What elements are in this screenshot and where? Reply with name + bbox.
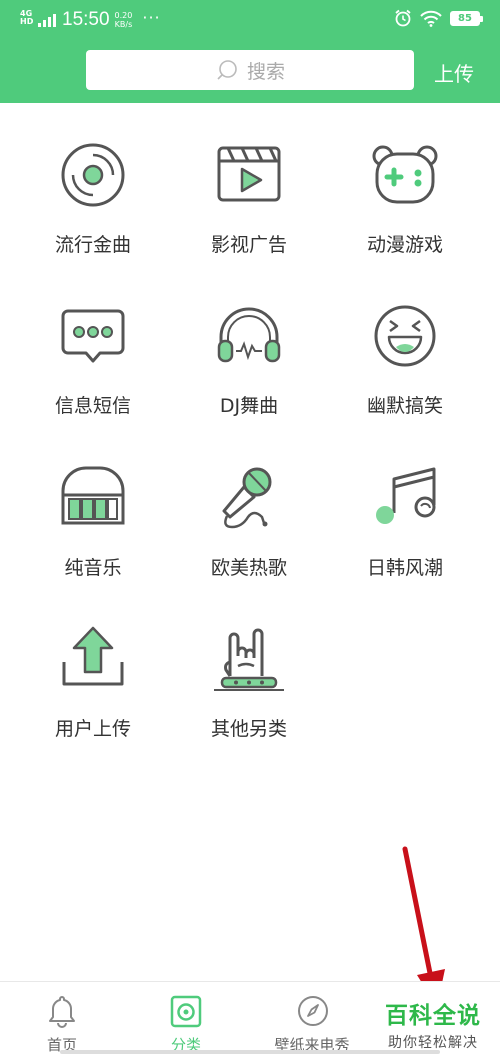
status-left: 4G HD 15:50 0.20 KB/s ··· [20, 7, 161, 31]
headphones-icon [217, 307, 281, 363]
upload-button[interactable]: 上传 [434, 58, 474, 87]
category-anime-games[interactable]: 动漫游戏 [330, 138, 480, 278]
category-sms[interactable]: 信息短信 [18, 299, 168, 439]
gesture-bar [60, 1050, 440, 1054]
category-label: 流行金曲 [54, 234, 131, 256]
status-time: 15:50 [62, 9, 110, 30]
bell-icon [49, 996, 75, 1028]
category-humor[interactable]: 幽默搞笑 [330, 299, 480, 439]
search-icon [217, 60, 237, 80]
signal-icon [38, 13, 56, 27]
search-placeholder: 搜索 [246, 60, 285, 83]
category-label: 信息短信 [54, 395, 131, 417]
watermark-logo: 百科全说 助你轻松解决 [374, 996, 492, 1052]
upload-tray-icon [62, 626, 124, 686]
tab-home[interactable]: 首页 [12, 982, 112, 1057]
status-bar: 4G HD 15:50 0.20 KB/s ··· 85 [0, 0, 500, 40]
speed-unit: KB/s [114, 20, 133, 29]
category-label: 日韩风潮 [366, 557, 443, 579]
network-type: 4G HD [20, 9, 34, 26]
alarm-icon [395, 9, 411, 27]
category-pop-songs[interactable]: 流行金曲 [18, 138, 168, 278]
compass-icon [298, 996, 328, 1026]
rock-hand-icon [214, 628, 284, 691]
music-note-icon [376, 467, 436, 524]
category-user-uploads[interactable]: 用户上传 [18, 622, 168, 762]
category-others[interactable]: 其他另类 [174, 622, 324, 762]
network-speed: 0.20 KB/s [115, 11, 133, 29]
battery-indicator: 85 [450, 10, 483, 26]
category-film-ads[interactable]: 影视广告 [174, 138, 324, 278]
status-right: 85 [394, 9, 483, 27]
speed-value: 0.20 [114, 11, 133, 20]
category-label: 纯音乐 [64, 557, 122, 579]
category-label: 用户上传 [54, 718, 131, 740]
category-label: 欧美热歌 [210, 557, 287, 579]
vinyl-disc-icon [61, 143, 125, 207]
category-label: 幽默搞笑 [366, 395, 443, 417]
watermark-title: 百科全说 [385, 1003, 481, 1029]
tab-wallpaper-call-show[interactable]: 壁纸来电秀 [256, 982, 368, 1057]
top-header: 4G HD 15:50 0.20 KB/s ··· 85 搜索 上传 [0, 0, 500, 103]
category-dj[interactable]: DJ舞曲 [174, 299, 324, 439]
video-clapper-icon [217, 146, 281, 202]
piano-icon [61, 466, 125, 525]
wifi-icon [420, 10, 442, 27]
gamepad-bear-icon [372, 145, 438, 204]
category-label: 动漫游戏 [366, 234, 443, 256]
tab-categories[interactable]: 分类 [136, 982, 236, 1057]
laughing-face-icon [374, 305, 436, 367]
category-label: 其他另类 [210, 718, 287, 740]
search-input[interactable]: 搜索 [86, 50, 414, 90]
category-instrumental[interactable]: 纯音乐 [18, 461, 168, 601]
category-disc-icon [170, 995, 202, 1028]
category-western-hits[interactable]: 欧美热歌 [174, 461, 324, 601]
category-label: 影视广告 [210, 234, 287, 256]
more-notifications-icon: ··· [142, 7, 161, 27]
category-jk-trends[interactable]: 日韩风潮 [330, 461, 480, 601]
watermark-subtitle: 助你轻松解决 [388, 1035, 478, 1051]
microphone-icon [222, 467, 272, 529]
category-label: DJ舞曲 [219, 395, 279, 417]
message-bubble-icon [61, 309, 125, 363]
